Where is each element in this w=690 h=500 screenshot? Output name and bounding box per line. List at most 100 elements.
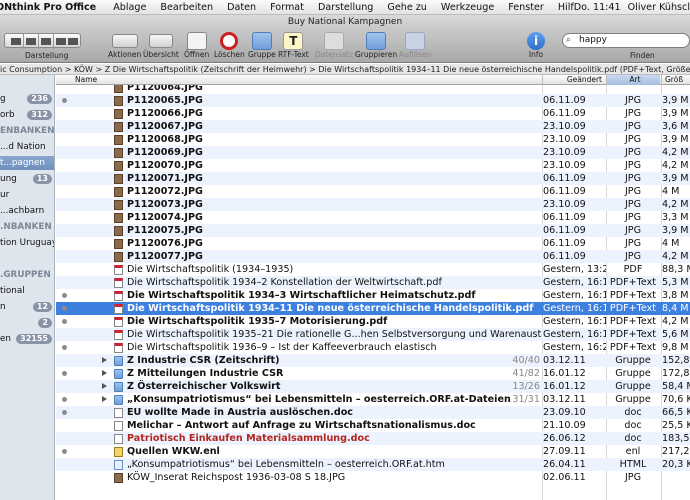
document-row[interactable]: P1120068.JPG 23.10.09 JPG 3,9 M bbox=[56, 133, 690, 146]
menu-item[interactable]: Gehe zu bbox=[380, 2, 434, 13]
column-name-header[interactable]: Name bbox=[72, 75, 97, 85]
document-row[interactable]: „Konsumpatriotismus“ bei Lebensmitteln –… bbox=[56, 458, 690, 471]
document-row[interactable]: P1120064.JPG bbox=[56, 85, 690, 94]
document-row[interactable]: P1120074.JPG 06.11.09 JPG 3,3 M bbox=[56, 211, 690, 224]
column-changed-header[interactable]: Geändert bbox=[542, 75, 606, 85]
item-name: KÖW_Inserat Reichspost 1936-03-08 S 18.J… bbox=[127, 472, 346, 483]
overview-button[interactable]: Übersicht bbox=[143, 32, 179, 59]
pdf-file-icon bbox=[114, 343, 123, 353]
rtf-button[interactable]: T RTF-Text bbox=[278, 32, 309, 59]
group-folder-icon bbox=[366, 32, 387, 50]
document-row[interactable]: P1120069.JPG 23.10.09 JPG 4,2 M bbox=[56, 146, 690, 159]
rtf-icon: T bbox=[283, 32, 304, 50]
menu-item[interactable]: Ablage bbox=[106, 2, 153, 13]
search-field[interactable]: ⌕ happy bbox=[562, 33, 690, 48]
document-row[interactable]: Die Wirtschaftspolitik 1935–21 Die ratio… bbox=[56, 328, 690, 341]
menu-item[interactable]: Werkzeuge bbox=[434, 2, 501, 13]
document-row[interactable]: P1120065.JPG 06.11.09 JPG 3,9 M bbox=[56, 94, 690, 107]
sidebar-item[interactable]: tional bbox=[0, 284, 54, 298]
document-row[interactable]: P1120073.JPG 23.10.09 JPG 4,2 M bbox=[56, 198, 690, 211]
item-size: 4,2 M bbox=[662, 199, 689, 210]
folder-file-icon bbox=[114, 395, 123, 405]
document-row[interactable]: P1120071.JPG 06.11.09 JPG 3,9 M bbox=[56, 172, 690, 185]
sidebar-item[interactable]: orb 312 bbox=[0, 108, 54, 122]
document-row[interactable]: Die Wirtschaftspolitik 1935–7 Motorisier… bbox=[56, 315, 690, 328]
item-size: 4,2 M bbox=[662, 147, 689, 158]
sidebar-item[interactable]: ur bbox=[0, 188, 54, 202]
disclosure-triangle-icon[interactable] bbox=[102, 370, 107, 376]
actions-button[interactable]: Aktionen bbox=[108, 32, 141, 59]
record-button[interactable]: Datensatz bbox=[315, 32, 353, 59]
actions-label: Aktionen bbox=[108, 50, 142, 59]
document-row[interactable]: Die Wirtschaftspolitik 1934–11 Die neue … bbox=[56, 302, 690, 315]
document-row[interactable]: EU wollte Made in Austria auslöschen.doc… bbox=[56, 406, 690, 419]
img-file-icon bbox=[114, 239, 123, 249]
new-group-button[interactable]: Gruppe bbox=[248, 32, 276, 59]
document-row[interactable]: Melichar – Antwort auf Anfrage zu Wirtsc… bbox=[56, 419, 690, 432]
sidebar-item[interactable]: ...achbarn bbox=[0, 204, 54, 218]
document-row[interactable]: P1120076.JPG 06.11.09 JPG 4 M bbox=[56, 237, 690, 250]
disclosure-triangle-icon[interactable] bbox=[102, 396, 107, 402]
item-date: Gestern, 16:13 bbox=[543, 277, 606, 288]
menu-item[interactable]: Bearbeiten bbox=[153, 2, 220, 13]
sidebar-item[interactable]: g 236 bbox=[0, 92, 54, 106]
document-row[interactable]: Quellen WKW.enl 27.09.11 enl 217,2 K bbox=[56, 445, 690, 458]
group-row[interactable]: Z Industrie CSR (Zeitschrift) 40/40 03.12.… bbox=[56, 354, 690, 367]
item-size: 3,9 M bbox=[662, 95, 689, 106]
sidebar-item[interactable]: 2 bbox=[0, 316, 54, 330]
pdf-file-icon bbox=[114, 304, 123, 314]
group-row[interactable]: Z Österreichischer Volkswirt 13/26 16.01.1… bbox=[56, 380, 690, 393]
menu-item[interactable]: Darstellung bbox=[311, 2, 380, 13]
group-row[interactable]: Z Mitteilungen Industrie CSR 41/82 16.01.1… bbox=[56, 367, 690, 380]
column-kind-header[interactable]: Art bbox=[606, 75, 660, 85]
document-row[interactable]: Die Wirtschaftspolitik 1936–9 – Ist der … bbox=[56, 341, 690, 354]
sidebar-item[interactable]: ung 13 bbox=[0, 172, 54, 186]
item-size: 8,4 M bbox=[662, 303, 689, 314]
sidebar-item[interactable]: n 12 bbox=[0, 300, 54, 314]
user-name[interactable]: Oliver Kühscl bbox=[628, 2, 690, 13]
delete-button[interactable]: Löschen bbox=[214, 32, 245, 59]
item-size: 152,8 bbox=[662, 355, 690, 366]
sidebar-item-label: ung bbox=[0, 174, 17, 184]
document-row[interactable]: Patriotisch Einkaufen Materialsammlung.d… bbox=[56, 432, 690, 445]
sidebar-item[interactable]: tion Uruguay bbox=[0, 236, 55, 250]
ungroup-button[interactable]: Auflösen bbox=[399, 32, 431, 59]
info-label: Info bbox=[528, 50, 544, 59]
document-row[interactable]: P1120067.JPG 23.10.09 JPG 3,6 M bbox=[56, 120, 690, 133]
item-size: 3,9 M bbox=[662, 108, 689, 119]
menu-item[interactable]: Format bbox=[263, 2, 311, 13]
group-items-button[interactable]: Gruppieren bbox=[355, 32, 397, 59]
unread-dot-icon bbox=[62, 345, 67, 350]
sidebar-item[interactable] bbox=[0, 252, 54, 266]
view-mode-segmented-control[interactable] bbox=[4, 33, 81, 49]
item-name: Z Mitteilungen Industrie CSR bbox=[127, 368, 284, 379]
document-row[interactable]: P1120072.JPG 06.11.09 JPG 4 M bbox=[56, 185, 690, 198]
group-row[interactable]: „Konsumpatriotismus“ bei Lebensmitteln –… bbox=[56, 393, 690, 406]
sidebar-item[interactable]: en 32155 bbox=[0, 332, 54, 346]
sidebar-item[interactable]: ...d Nation bbox=[0, 140, 54, 154]
clock[interactable]: Do. 11:41 bbox=[574, 2, 621, 13]
disclosure-triangle-icon[interactable] bbox=[102, 383, 107, 389]
app-menu[interactable]: ONthink Pro Office bbox=[0, 2, 106, 13]
document-row[interactable]: Die Wirtschaftspolitik 1934–3 Wirtschaft… bbox=[56, 289, 690, 302]
document-row[interactable]: P1120075.JPG 06.11.09 JPG 3,9 M bbox=[56, 224, 690, 237]
open-button[interactable]: Öffnen bbox=[184, 32, 209, 59]
sidebar-item[interactable]: t...pagnen bbox=[0, 156, 54, 170]
unread-dot-icon bbox=[62, 371, 67, 376]
disclosure-triangle-icon[interactable] bbox=[102, 357, 107, 363]
document-row[interactable]: Die Wirtschaftspolitik 1934–2 Konstellat… bbox=[56, 276, 690, 289]
info-button[interactable]: i Info bbox=[527, 32, 545, 59]
column-size-header[interactable]: Größ bbox=[661, 75, 690, 85]
img-file-icon bbox=[114, 187, 123, 197]
document-row[interactable]: KÖW_Inserat Reichspost 1936-03-08 S 18.J… bbox=[56, 471, 690, 484]
sidebar-item-label: tion Uruguay bbox=[0, 238, 55, 248]
document-row[interactable]: P1120070.JPG 23.10.09 JPG 4,2 M bbox=[56, 159, 690, 172]
document-row[interactable]: P1120077.JPG 06.11.09 JPG 4,2 M bbox=[56, 250, 690, 263]
menu-item[interactable]: Fenster bbox=[501, 2, 551, 13]
sidebar-item-label: n bbox=[0, 302, 6, 312]
menu-item[interactable]: Daten bbox=[220, 2, 263, 13]
item-date: 16.01.12 bbox=[543, 368, 586, 379]
document-row[interactable]: P1120066.JPG 06.11.09 JPG 3,9 M bbox=[56, 107, 690, 120]
document-row[interactable]: Die Wirtschaftspolitik (1934–1935) Gester… bbox=[56, 263, 690, 276]
item-size: 4,2 M bbox=[662, 251, 689, 262]
